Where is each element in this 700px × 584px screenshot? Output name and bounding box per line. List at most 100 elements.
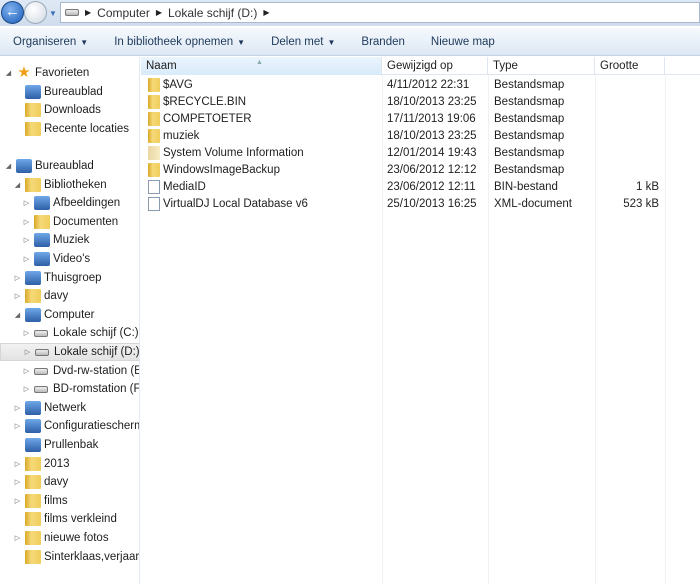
toolbar-branden-button[interactable]: Branden: [348, 36, 417, 48]
nav-item-label: Recente locaties: [44, 122, 130, 135]
hidden-folder-icon: [148, 145, 160, 160]
nav-item-label: Netwerk: [44, 401, 87, 414]
nav-item[interactable]: ▷ Lokale schijf (C:): [0, 324, 139, 342]
nav-item[interactable]: ◢ Computer: [0, 306, 139, 324]
nav-item[interactable]: ▷ davy: [0, 287, 139, 305]
nav-item[interactable]: ▷ films: [0, 492, 139, 510]
star-icon: ★: [17, 64, 31, 81]
toolbar-in-bibliotheek-opnemen-button[interactable]: In bibliotheek opnemen ▼: [101, 36, 258, 48]
expand-arrow-icon[interactable]: ▷: [22, 236, 31, 244]
expand-arrow-icon[interactable]: ▷: [13, 460, 22, 468]
expand-arrow-icon[interactable]: ▷: [22, 367, 31, 375]
expand-arrow-icon[interactable]: ▷: [13, 534, 22, 542]
forward-button[interactable]: [24, 1, 47, 24]
chevron-right-icon[interactable]: ▶: [263, 8, 269, 17]
nav-item[interactable]: films verkleind: [0, 510, 139, 528]
nav-item[interactable]: ◢ ★ Favorieten: [0, 64, 139, 82]
nav-item[interactable]: ▷ Afbeeldingen: [0, 194, 139, 212]
nav-item[interactable]: ▷ Configuratiescherm: [0, 417, 139, 435]
expand-arrow-icon[interactable]: ▷: [22, 199, 31, 207]
file-row[interactable]: MediaID 23/06/2012 12:11 BIN-bestand 1 kB: [141, 179, 700, 196]
file-name: $AVG: [163, 79, 193, 91]
nav-item[interactable]: ◢ Bibliotheken: [0, 176, 139, 194]
history-dropdown-icon[interactable]: ▼: [49, 9, 57, 18]
collapse-arrow-icon[interactable]: ◢: [4, 162, 13, 170]
nav-item[interactable]: ▷ Video's: [0, 250, 139, 268]
name-cell: $RECYCLE.BIN: [141, 94, 246, 111]
xml-file-icon: [148, 196, 160, 211]
nav-item-label: Video's: [53, 253, 91, 265]
chevron-right-icon[interactable]: ▶: [156, 8, 162, 17]
expand-arrow-icon[interactable]: ▷: [22, 329, 31, 337]
drive-icon: [35, 345, 51, 359]
nav-item[interactable]: ▷ Dvd-rw-station (E:): [0, 362, 139, 380]
file-row[interactable]: $RECYCLE.BIN 18/10/2013 23:25 Bestandsmap: [141, 94, 700, 111]
button-label: Nieuwe map: [430, 35, 495, 48]
nav-item[interactable]: Prullenbak: [0, 436, 139, 454]
file-name: MediaID: [163, 181, 206, 193]
blue-icon: [25, 438, 41, 452]
nav-item-label: Bureaublad: [44, 85, 103, 98]
file-name: $RECYCLE.BIN: [163, 96, 247, 108]
file-row[interactable]: WindowsImageBackup 23/06/2012 12:12 Bestan…: [141, 162, 700, 179]
expand-arrow-icon[interactable]: ▷: [13, 292, 22, 300]
collapse-arrow-icon[interactable]: ◢: [13, 181, 22, 189]
nav-item[interactable]: Downloads: [0, 101, 139, 119]
expand-arrow-icon[interactable]: ▷: [13, 404, 22, 412]
file-type: Bestandsmap: [494, 79, 565, 91]
nav-item-label: Bibliotheken: [44, 178, 107, 191]
breadcrumb-drive[interactable]: Lokale schijf (D:): [168, 6, 257, 20]
nav-item[interactable]: ▷ nieuwe fotos: [0, 529, 139, 547]
expand-arrow-icon[interactable]: ▷: [13, 478, 22, 486]
nav-item[interactable]: ◢ Bureaublad: [0, 157, 139, 175]
toolbar-organiseren-button[interactable]: Organiseren ▼: [0, 36, 101, 48]
expand-arrow-icon[interactable]: ▷: [22, 218, 31, 226]
file-list: Naam ▲ Gewijzigd op Type Grootte $AVG 4/11…: [141, 57, 700, 584]
nav-item-label: Downloads: [44, 104, 101, 117]
nav-item-label: Sinterklaas,verjaarda: [44, 550, 140, 563]
file-row[interactable]: muziek 18/10/2013 23:25 Bestandsmap: [141, 128, 700, 145]
column-header-date[interactable]: Gewijzigd op: [382, 57, 488, 75]
expand-arrow-icon[interactable]: ▷: [22, 255, 31, 263]
expand-arrow-icon[interactable]: ▷: [13, 422, 22, 430]
nav-item[interactable]: ▷ Lokale schijf (D:): [0, 343, 139, 361]
expand-arrow-icon[interactable]: ▷: [23, 348, 32, 356]
toolbar-delen-met-button[interactable]: Delen met ▼: [258, 36, 348, 48]
nav-item[interactable]: Sinterklaas,verjaarda: [0, 548, 140, 566]
nav-item[interactable]: Bureaublad: [0, 83, 139, 101]
file-row[interactable]: COMPETOETER 17/11/2013 19:06 Bestandsmap: [141, 111, 700, 128]
breadcrumb-computer[interactable]: Computer: [97, 6, 150, 20]
nav-item[interactable]: ▷ BD-romstation (F:): [0, 380, 139, 398]
chevron-right-icon[interactable]: ▶: [85, 8, 91, 17]
file-type: Bestandsmap: [494, 164, 565, 176]
file-type: BIN-bestand: [494, 181, 558, 193]
nav-item[interactable]: ▷ davy: [0, 473, 139, 491]
file-row[interactable]: $AVG 4/11/2012 22:31 Bestandsmap: [141, 77, 700, 94]
file-row[interactable]: System Volume Information 12/01/2014 19:4…: [141, 145, 700, 162]
expand-arrow-icon[interactable]: ▷: [22, 385, 31, 393]
toolbar-nieuwe-map-button[interactable]: Nieuwe map: [418, 36, 508, 48]
nav-item[interactable]: ▷ Muziek: [0, 231, 139, 249]
column-header-name[interactable]: Naam ▲: [141, 57, 382, 75]
collapse-arrow-icon[interactable]: ◢: [13, 311, 22, 319]
collapse-arrow-icon[interactable]: ◢: [4, 69, 13, 77]
nav-item[interactable]: ▷ 2013: [0, 455, 139, 473]
column-header-size[interactable]: Grootte: [595, 57, 665, 75]
name-cell: System Volume Information: [141, 145, 304, 162]
nav-item[interactable]: ▷ Thuisgroep: [0, 269, 139, 287]
name-cell: $AVG: [141, 77, 193, 94]
file-row[interactable]: VirtualDJ Local Database v6 25/10/2013 16…: [141, 196, 700, 213]
file-size: 1 kB: [635, 181, 659, 193]
nav-item[interactable]: ▷ Documenten: [0, 213, 139, 231]
back-button[interactable]: ←: [1, 1, 24, 24]
expand-arrow-icon[interactable]: ▷: [13, 497, 22, 505]
column-header-type[interactable]: Type: [488, 57, 595, 75]
nav-item[interactable]: ▷ Netwerk: [0, 399, 139, 417]
blue-icon: [34, 252, 50, 266]
folder-icon: [25, 121, 41, 136]
expand-arrow-icon[interactable]: ▷: [13, 274, 22, 282]
nav-item[interactable]: Recente locaties: [0, 120, 139, 138]
file-date: 12/01/2014 19:43: [387, 147, 477, 159]
file-size: 523 kB: [623, 198, 659, 210]
address-bar[interactable]: ▶ Computer ▶ Lokale schijf (D:) ▶: [60, 2, 700, 23]
